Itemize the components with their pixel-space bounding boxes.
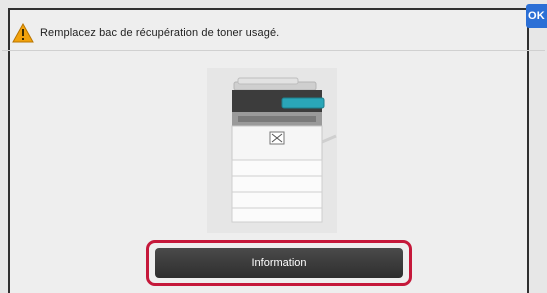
- screen-frame: Remplacez bac de récupération de toner u…: [0, 0, 547, 293]
- message-bar: Remplacez bac de récupération de toner u…: [12, 20, 547, 46]
- information-button[interactable]: Information: [155, 248, 403, 278]
- divider: [2, 50, 545, 51]
- printer-icon: [231, 77, 337, 223]
- warning-icon: [12, 23, 34, 43]
- ok-button[interactable]: OK: [526, 4, 547, 28]
- message-text: Remplacez bac de récupération de toner u…: [40, 27, 280, 39]
